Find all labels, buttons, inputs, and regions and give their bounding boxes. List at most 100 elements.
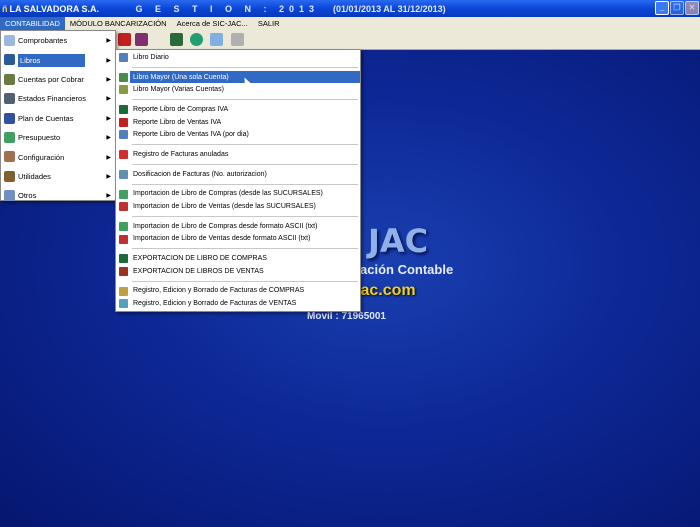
submenu-item-label: Importacion de Libro de Compras desde fo… [133, 222, 318, 230]
submenu-item[interactable]: Importacion de Libro de Compras desde fo… [116, 220, 360, 233]
submenu-item[interactable]: Importacion de Libro de Compras (desde l… [116, 188, 360, 201]
submenu-item-label: Importacion de Libro de Ventas desde for… [133, 235, 311, 243]
submenu-item[interactable]: Reporte Libro de Compras IVA [116, 103, 360, 116]
menu-item-icon [4, 93, 15, 105]
submenu-item-icon [119, 117, 128, 127]
menu-item-comprobantes[interactable]: Comprobantes ▶ [1, 31, 115, 50]
app-icon: ñ [2, 3, 8, 14]
menu-item-plan-de-cuentas[interactable]: Plan de Cuentas ▶ [1, 109, 115, 128]
menu-item-presupuesto[interactable]: Presupuesto ▶ [1, 128, 115, 147]
submenu-item-icon [119, 150, 128, 160]
submenu-item[interactable]: Registro, Edicion y Borrado de Facturas … [116, 297, 360, 310]
contabilidad-menu: Comprobantes ▶ Libros ▶ Cuentas por Cobrar ▶ E… [0, 30, 116, 202]
submenu-item-icon [119, 85, 128, 95]
menu-separator [132, 280, 358, 282]
menu-separator [132, 215, 358, 217]
gestion-label: G E S T I O N : 2013 [135, 3, 320, 14]
website-text: iac.com [356, 282, 416, 299]
menu-item-label: Comprobantes [18, 36, 68, 46]
libros-submenu: Libro Diario Libro Mayor (Una sola Cuenta… [115, 49, 361, 312]
submenu-item[interactable]: Registro, Edicion y Borrado de Facturas … [116, 285, 360, 298]
minimize-button[interactable]: _ [655, 1, 669, 15]
logo-text: JAC [368, 222, 429, 260]
menu-item-label: Cuentas por Cobrar [18, 74, 84, 84]
period-label: (01/01/2013 AL 31/12/2013) [333, 3, 446, 14]
menu-item-label: Utilidades [18, 171, 51, 181]
submenu-arrow-icon: ▶ [106, 57, 111, 64]
submenu-item-icon [119, 299, 128, 309]
submenu-item-label: Registro de Facturas anuladas [133, 150, 229, 158]
submenu-item-label: Importacion de Libro de Compras (desde l… [133, 190, 323, 198]
menu-item-icon [4, 35, 15, 46]
menu-separator [132, 144, 358, 146]
submenu-item-icon [119, 105, 128, 115]
submenu-item-icon [119, 189, 128, 199]
submenu-item[interactable]: Libro Diario [116, 51, 360, 64]
submenu-item-label: Registro, Edicion y Borrado de Facturas … [133, 300, 297, 308]
menu-item-cuentas-por-cobrar[interactable]: Cuentas por Cobrar ▶ [1, 70, 115, 89]
menu-item-configuraci-n[interactable]: Configuración ▶ [1, 147, 115, 166]
submenu-item-icon [119, 169, 128, 179]
submenu-item-icon [119, 53, 128, 62]
submenu-arrow-icon: ▶ [106, 135, 111, 142]
book-icon[interactable] [118, 33, 131, 46]
menu-item-label: Configuración [18, 152, 65, 162]
globe-icon[interactable] [190, 33, 203, 46]
menu-bancarizacion[interactable]: MÓDULO BANCARIZACIÓN [65, 17, 172, 30]
calculator-icon[interactable] [210, 33, 223, 46]
menu-separator [132, 248, 358, 250]
menu-item-icon [4, 73, 15, 85]
submenu-arrow-icon: ▶ [106, 115, 111, 122]
maximize-button[interactable]: ❐ [670, 1, 684, 15]
title-bar: ñ LA SALVADORA S.A. G E S T I O N : 2013… [0, 0, 700, 17]
menu-item-utilidades[interactable]: Utilidades ▶ [1, 167, 115, 186]
printer-icon[interactable] [231, 33, 244, 46]
submenu-arrow-icon: ▶ [106, 193, 111, 200]
menu-separator [132, 99, 358, 101]
users-icon[interactable] [170, 33, 183, 46]
submenu-arrow-icon: ▶ [106, 38, 111, 45]
submenu-item-label: Registro, Edicion y Borrado de Facturas … [133, 287, 305, 295]
submenu-item-icon [119, 286, 128, 296]
submenu-item-icon [119, 221, 128, 231]
menu-salir[interactable]: SALIR [253, 17, 285, 30]
submenu-item[interactable]: Importacion de Libro de Ventas desde for… [116, 233, 360, 246]
submenu-item-label: Libro Mayor (Una sola Cuenta) [133, 73, 229, 81]
submenu-item-icon [119, 72, 128, 82]
menu-item-label: Estados Financieros [18, 94, 86, 104]
submenu-arrow-icon: ▶ [106, 76, 111, 83]
menu-item-estados-financieros[interactable]: Estados Financieros ▶ [1, 89, 115, 108]
submenu-item-icon [119, 254, 128, 264]
menu-item-icon [4, 190, 15, 202]
submenu-item-icon [119, 234, 128, 244]
report-icon[interactable] [135, 33, 148, 46]
submenu-item[interactable]: Reporte Libro de Ventas IVA (por dia) [116, 128, 360, 141]
menu-item-libros[interactable]: Libros ▶ [1, 50, 115, 69]
submenu-item[interactable]: EXPORTACION DE LIBROS DE VENTAS [116, 265, 360, 278]
company-name: LA SALVADORA S.A. [9, 3, 100, 14]
menu-contabilidad[interactable]: CONTABILIDAD [0, 17, 65, 30]
submenu-item[interactable]: Importacion de Libro de Ventas (desde la… [116, 200, 360, 213]
submenu-item[interactable]: Registro de Facturas anuladas [116, 148, 360, 161]
submenu-item-label: Reporte Libro de Compras IVA [133, 105, 229, 113]
menu-item-icon [4, 54, 15, 66]
menu-acerca[interactable]: Acerca de SIC-JAC... [172, 17, 253, 30]
submenu-item-icon [119, 130, 128, 140]
submenu-item[interactable]: Reporte Libro de Ventas IVA [116, 116, 360, 129]
phone-text: Movil : 71965001 [307, 311, 386, 322]
subtitle-text: ación Contable [360, 262, 454, 277]
menu-item-otros[interactable]: Otros ▶ [1, 186, 115, 205]
submenu-item[interactable]: EXPORTACION DE LIBRO DE COMPRAS [116, 252, 360, 265]
submenu-arrow-icon: ▶ [106, 173, 111, 180]
submenu-item-icon [119, 266, 128, 276]
menu-separator [132, 183, 358, 185]
menu-item-label: Libros [18, 53, 86, 67]
submenu-item[interactable]: Libro Mayor (Varias Cuentas) [116, 83, 360, 96]
submenu-item-label: EXPORTACION DE LIBROS DE VENTAS [133, 267, 264, 275]
menu-item-icon [4, 151, 15, 163]
submenu-item[interactable]: Dosificacion de Facturas (No. autorizaci… [116, 168, 360, 181]
close-button[interactable]: ✕ [685, 1, 699, 15]
submenu-item-label: EXPORTACION DE LIBRO DE COMPRAS [133, 255, 267, 263]
submenu-item-label: Reporte Libro de Ventas IVA (por dia) [133, 131, 249, 139]
menu-separator [132, 163, 358, 165]
